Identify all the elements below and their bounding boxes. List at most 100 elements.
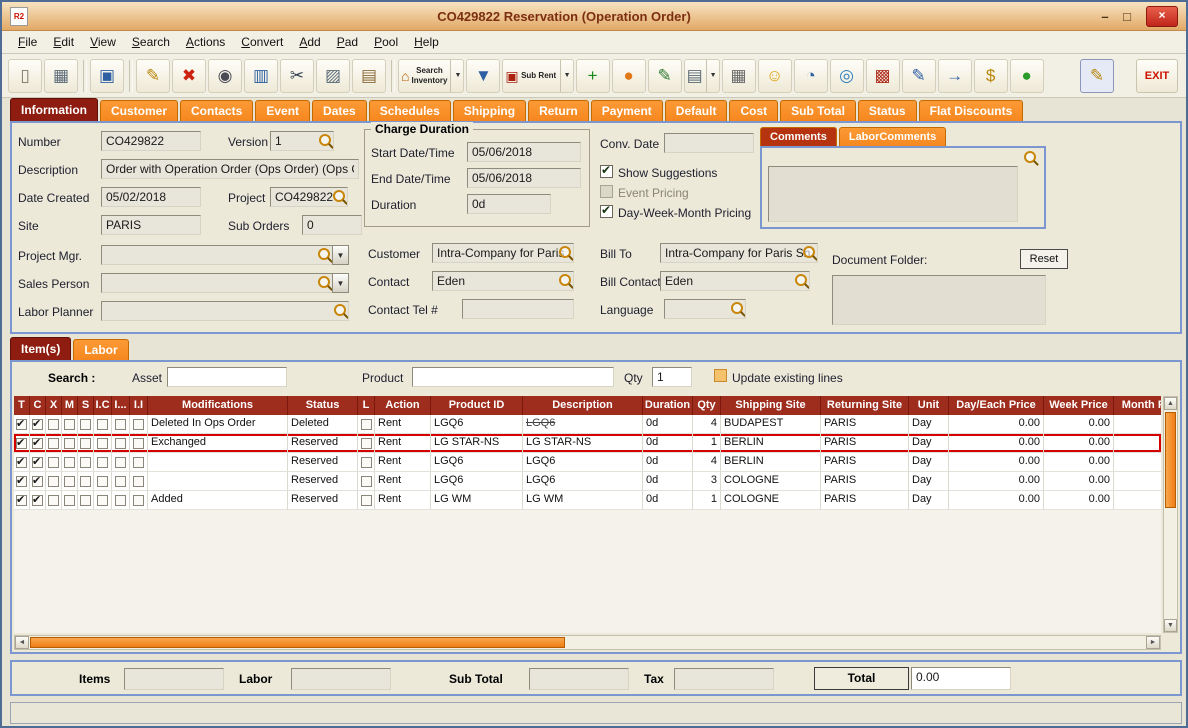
table-cell[interactable]: PARIS <box>821 453 909 471</box>
hscroll-thumb[interactable] <box>30 637 565 648</box>
duplicate-icon-dropdown[interactable] <box>705 59 717 92</box>
column-header-l[interactable]: L <box>358 396 375 415</box>
row-checkbox-cell[interactable] <box>112 491 130 509</box>
search-inventory-button-dropdown[interactable] <box>450 59 461 92</box>
table-cell[interactable]: Day <box>909 453 949 471</box>
row-checkbox-cell[interactable] <box>94 472 112 490</box>
column-header-qty[interactable]: Qty <box>693 396 721 415</box>
tab-information[interactable]: Information <box>10 98 98 121</box>
row-checkbox[interactable] <box>32 473 43 490</box>
table-cell[interactable]: Rent <box>375 472 431 490</box>
row-checkbox-cell[interactable] <box>112 415 130 433</box>
items-vscrollbar[interactable] <box>1163 396 1178 633</box>
column-header-shipping-site[interactable]: Shipping Site <box>721 396 821 415</box>
table-cell[interactable]: Rent <box>375 434 431 452</box>
column-header-s[interactable]: S <box>78 396 94 415</box>
row-checkbox-cell[interactable] <box>358 491 375 509</box>
table-cell[interactable] <box>148 453 288 471</box>
sales-person-dropdown-button[interactable] <box>332 273 349 293</box>
column-header-week-price[interactable]: Week Price <box>1044 396 1114 415</box>
table-cell[interactable]: BUDAPEST <box>721 415 821 433</box>
add-item-icon[interactable]: + <box>575 58 610 93</box>
scroll-left-button[interactable] <box>15 636 29 649</box>
balls-icon[interactable]: ● <box>1009 58 1044 93</box>
search-icon[interactable] <box>795 274 807 286</box>
reset-button[interactable]: Reset <box>1020 249 1068 269</box>
row-checkbox[interactable] <box>133 475 144 487</box>
row-checkbox[interactable] <box>97 494 108 506</box>
row-checkbox[interactable] <box>97 475 108 487</box>
table-cell[interactable]: 0.00 <box>1044 491 1114 509</box>
paste-icon[interactable]: ▤ <box>352 58 386 93</box>
row-checkbox-cell[interactable] <box>94 453 112 471</box>
row-checkbox[interactable] <box>64 494 75 506</box>
row-checkbox[interactable] <box>48 418 59 430</box>
tab-labor-comments[interactable]: LaborComments <box>838 127 947 147</box>
table-cell[interactable]: Added <box>148 491 288 509</box>
row-checkbox[interactable] <box>115 456 126 468</box>
table-cell[interactable]: 0.00 <box>1044 453 1114 471</box>
row-checkbox-cell[interactable] <box>30 491 46 509</box>
row-checkbox[interactable] <box>48 437 59 449</box>
column-header-i-c[interactable]: I.C <box>94 396 112 415</box>
table-cell[interactable]: BERLIN <box>721 453 821 471</box>
table-cell[interactable]: Reserved <box>288 434 358 452</box>
bill-contact-field[interactable]: Eden <box>660 271 810 291</box>
search-icon[interactable] <box>333 190 345 202</box>
table-cell[interactable] <box>1114 434 1161 452</box>
total-field[interactable]: 0.00 <box>911 667 1011 690</box>
table-cell[interactable]: 0.00 <box>949 491 1044 509</box>
tab-event[interactable]: Event <box>255 100 311 121</box>
sub-orders-field[interactable]: 0 <box>302 215 362 235</box>
menu-view[interactable]: View <box>82 33 124 51</box>
binoculars-icon[interactable]: ◉ <box>208 58 242 93</box>
tab-contacts[interactable]: Contacts <box>180 100 254 121</box>
row-checkbox[interactable] <box>97 437 108 449</box>
language-field[interactable] <box>664 299 746 319</box>
column-header-x[interactable]: X <box>46 396 62 415</box>
row-checkbox[interactable] <box>16 473 27 490</box>
table-row[interactable]: Exchanged Reserved Rent LG STAR-NS LG STAR-N… <box>14 434 1161 453</box>
vscroll-thumb[interactable] <box>1165 412 1176 508</box>
scroll-down-button[interactable] <box>1164 619 1177 632</box>
row-checkbox-cell[interactable] <box>358 472 375 490</box>
product-input[interactable] <box>412 367 614 387</box>
row-checkbox[interactable] <box>64 418 75 430</box>
row-checkbox[interactable] <box>16 435 27 452</box>
table-cell[interactable]: Reserved <box>288 472 358 490</box>
funnel-icon[interactable]: ▼ <box>466 58 501 93</box>
search-icon[interactable] <box>1024 151 1036 163</box>
search-icon[interactable] <box>559 274 571 286</box>
row-checkbox[interactable] <box>48 494 59 506</box>
table-cell[interactable]: PARIS <box>821 472 909 490</box>
tab-item-s[interactable]: Item(s) <box>10 337 72 360</box>
menu-file[interactable]: File <box>10 33 45 51</box>
row-checkbox-cell[interactable] <box>112 434 130 452</box>
table-row[interactable]: Reserved Rent LGQ6 LGQ6 0d 3 COLOGNE PARIS Day 0.… <box>14 472 1161 491</box>
table-cell[interactable]: 0.00 <box>949 415 1044 433</box>
table-cell[interactable]: PARIS <box>821 491 909 509</box>
row-checkbox[interactable] <box>32 416 43 433</box>
update-lines-checkbox[interactable] <box>714 369 727 382</box>
row-checkbox-cell[interactable] <box>130 434 148 452</box>
table-cell[interactable]: 4 <box>693 415 721 433</box>
row-checkbox[interactable] <box>133 456 144 468</box>
row-checkbox-cell[interactable] <box>130 415 148 433</box>
print-icon[interactable]: ▦ <box>44 58 78 93</box>
column-header-i-i[interactable]: I.I <box>130 396 148 415</box>
tab-default[interactable]: Default <box>664 100 728 121</box>
table-cell[interactable]: 4 <box>693 453 721 471</box>
row-checkbox[interactable] <box>80 456 91 468</box>
row-checkbox-cell[interactable] <box>14 434 30 452</box>
table-cell[interactable]: LG STAR-NS <box>523 434 643 452</box>
column-header-modifications[interactable]: Modifications <box>148 396 288 415</box>
table-cell[interactable]: COLOGNE <box>721 491 821 509</box>
menu-pad[interactable]: Pad <box>329 33 366 51</box>
project-field[interactable]: CO429822 <box>270 187 348 207</box>
row-checkbox[interactable] <box>32 454 43 471</box>
table-cell[interactable]: BERLIN <box>721 434 821 452</box>
table-cell[interactable]: LGQ6 <box>431 453 523 471</box>
table-row[interactable]: Deleted In Ops Order Deleted Rent LGQ6 LGQ6 0… <box>14 415 1161 434</box>
dwm-pricing-checkbox[interactable] <box>600 203 613 218</box>
row-checkbox[interactable] <box>64 456 75 468</box>
